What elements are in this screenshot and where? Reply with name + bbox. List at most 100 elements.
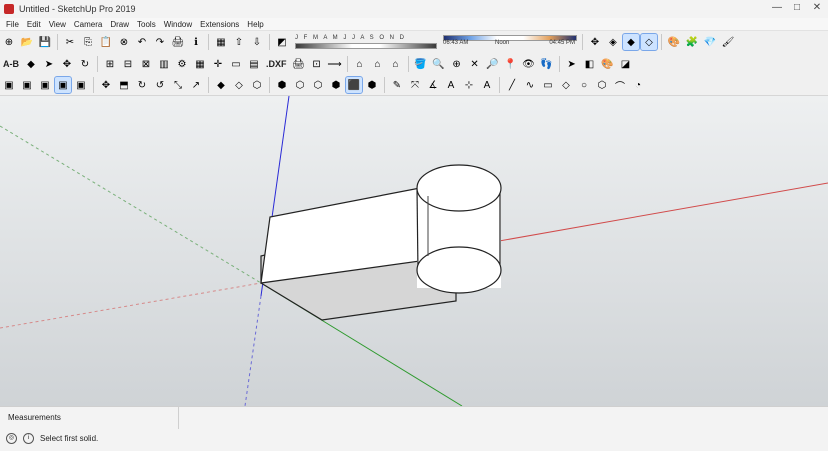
top-view-icon[interactable]: ◈ <box>605 34 621 50</box>
extension-manager-icon[interactable]: 🧩 <box>684 34 700 50</box>
arc-icon[interactable]: ⌒ <box>612 77 628 93</box>
rotate-icon[interactable]: ↻ <box>77 56 93 72</box>
maximize-button[interactable]: □ <box>790 2 804 14</box>
share-icon[interactable]: ⇧ <box>231 34 247 50</box>
copy-icon[interactable]: ⎘ <box>80 34 96 50</box>
menu-tools[interactable]: Tools <box>137 20 156 29</box>
style-mono-icon[interactable]: ⬢ <box>364 77 380 93</box>
eraser-icon[interactable]: ◧ <box>582 56 598 72</box>
undo-icon[interactable]: ↶ <box>134 34 150 50</box>
select-arrow-icon[interactable]: ➤ <box>41 56 57 72</box>
shadow-date-slider[interactable]: J F M A M J J A S O N D <box>295 35 437 49</box>
cut-icon[interactable]: ✂ <box>62 34 78 50</box>
pie-icon[interactable]: ◔ <box>630 77 646 93</box>
redo-icon[interactable]: ↷ <box>152 34 168 50</box>
cylinder-bottom[interactable] <box>416 246 502 294</box>
zoom-window-icon[interactable]: ⊕ <box>449 56 465 72</box>
3d-text-icon[interactable]: A <box>479 77 495 93</box>
print-icon[interactable]: 🖨 <box>170 34 186 50</box>
rect-tool-icon[interactable]: ▭ <box>540 77 556 93</box>
menu-window[interactable]: Window <box>164 20 192 29</box>
push-pull-icon[interactable]: ⬒ <box>116 77 132 93</box>
menu-camera[interactable]: Camera <box>74 20 102 29</box>
new-model-icon[interactable]: ⊕ <box>1 34 17 50</box>
offset-icon[interactable]: ↗ <box>188 77 204 93</box>
style-hidden-icon[interactable]: ⬡ <box>310 77 326 93</box>
rectangle-icon[interactable]: ▭ <box>228 56 244 72</box>
paint-bucket-icon[interactable]: 🪣 <box>413 56 429 72</box>
style-wireframe-icon[interactable]: ⬡ <box>292 77 308 93</box>
extension-warehouse-icon[interactable]: 🎨 <box>666 34 682 50</box>
follow-me-icon[interactable]: ↺ <box>152 77 168 93</box>
walk-icon[interactable]: 👣 <box>539 56 555 72</box>
gear-icon[interactable]: ⚙ <box>174 56 190 72</box>
component-icon-3[interactable]: ▣ <box>37 77 53 93</box>
download-icon[interactable]: ⇩ <box>249 34 265 50</box>
ab-tool-label[interactable]: A-B <box>3 59 19 69</box>
solid-tool-icon-4[interactable]: ▥ <box>156 56 172 72</box>
shadow-time-slider[interactable]: 06:43 AM Noon 04:45 PM <box>443 35 577 49</box>
house-icon-2[interactable]: ⌂ <box>370 56 386 72</box>
styles-icon[interactable]: 🖌 <box>720 34 736 50</box>
open-icon[interactable]: 📂 <box>19 34 35 50</box>
style-xray-icon[interactable]: ⬢ <box>274 77 290 93</box>
axes-icon[interactable]: ⊹ <box>461 77 477 93</box>
zoom-icon[interactable]: 🔍 <box>431 56 447 72</box>
solid-tool-icon-1[interactable]: ⊞ <box>102 56 118 72</box>
info-icon[interactable]: i <box>23 433 34 444</box>
style-shaded-icon[interactable]: ⬢ <box>328 77 344 93</box>
menu-file[interactable]: File <box>6 20 19 29</box>
menu-view[interactable]: View <box>49 20 66 29</box>
shadows-toggle-icon[interactable]: ◩ <box>274 34 290 50</box>
rotated-rect-icon[interactable]: ◇ <box>558 77 574 93</box>
model-info-icon[interactable]: ℹ <box>188 34 204 50</box>
freehand-icon[interactable]: ∿ <box>522 77 538 93</box>
warehouse-icon[interactable]: ▦ <box>213 34 229 50</box>
crosshair-icon[interactable]: ✛ <box>210 56 226 72</box>
house-icon-1[interactable]: ⌂ <box>352 56 368 72</box>
front-view-icon[interactable]: ◇ <box>640 33 658 51</box>
cube-icon-1[interactable]: ◆ <box>213 77 229 93</box>
tape-measure-icon[interactable]: ✎ <box>389 77 405 93</box>
solid-tool-icon-2[interactable]: ⊟ <box>120 56 136 72</box>
measurements-box[interactable]: Measurements <box>0 407 179 429</box>
circle-icon[interactable]: ○ <box>576 77 592 93</box>
menu-extensions[interactable]: Extensions <box>200 20 239 29</box>
modeling-viewport[interactable] <box>0 95 828 407</box>
dxf-export-label[interactable]: .DXF <box>266 59 287 69</box>
move-icon[interactable]: ✥ <box>59 56 75 72</box>
text-icon[interactable]: A <box>443 77 459 93</box>
eraser-pink-icon[interactable]: ◪ <box>618 56 634 72</box>
pointer-icon[interactable]: ➤ <box>564 56 580 72</box>
rotate-red-icon[interactable]: ↻ <box>134 77 150 93</box>
menu-edit[interactable]: Edit <box>27 20 41 29</box>
menu-help[interactable]: Help <box>247 20 263 29</box>
component-icon-1[interactable]: ▣ <box>1 77 17 93</box>
geo-location-icon[interactable]: ◎ <box>6 433 17 444</box>
ruby-icon[interactable]: 💎 <box>702 34 718 50</box>
house-icon-3[interactable]: ⌂ <box>388 56 404 72</box>
dimension-icon[interactable]: ⤧ <box>407 77 423 93</box>
section-icon[interactable]: ⊡ <box>309 56 325 72</box>
search-icon[interactable]: 🔎 <box>485 56 501 72</box>
style-textured-icon[interactable]: ⬛ <box>345 76 363 94</box>
paste-icon[interactable]: 📋 <box>98 34 114 50</box>
print-preview-icon[interactable]: 🖨 <box>291 56 307 72</box>
paint-icon[interactable]: 🎨 <box>600 56 616 72</box>
arrow-right-icon[interactable]: ⟶ <box>327 56 343 72</box>
solid-tool-icon-3[interactable]: ⊠ <box>138 56 154 72</box>
tag-icon[interactable]: ◆ <box>23 56 39 72</box>
cube-icon-2[interactable]: ◇ <box>231 77 247 93</box>
menu-draw[interactable]: Draw <box>110 20 129 29</box>
orbit-pan-icon[interactable]: ✥ <box>587 34 603 50</box>
component-icon-4[interactable]: ▣ <box>54 76 72 94</box>
close-button[interactable]: ✕ <box>810 2 824 14</box>
zoom-extents-icon[interactable]: ✕ <box>467 56 483 72</box>
component-icon-5[interactable]: ▣ <box>73 77 89 93</box>
cylinder-top[interactable] <box>416 164 502 212</box>
minimize-button[interactable]: — <box>770 2 784 14</box>
erase-icon[interactable]: ⊗ <box>116 34 132 50</box>
grid-icon[interactable]: ▦ <box>192 56 208 72</box>
scale-icon[interactable]: ⤡ <box>170 77 186 93</box>
line-icon[interactable]: ╱ <box>504 77 520 93</box>
